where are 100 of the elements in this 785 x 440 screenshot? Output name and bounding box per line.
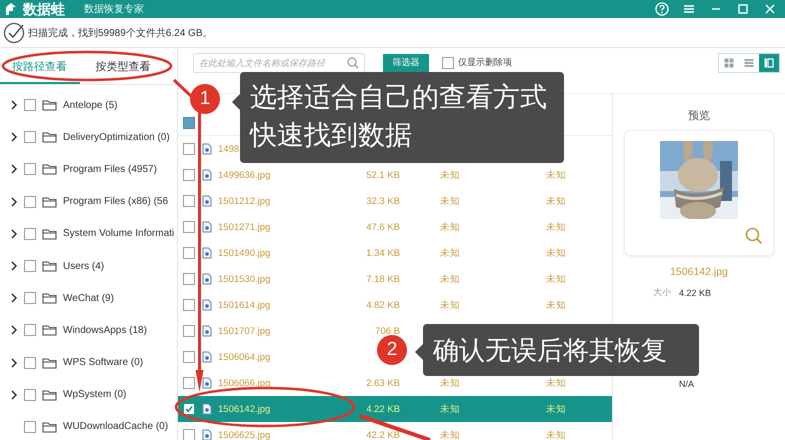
modified-date: 未知 xyxy=(546,428,566,440)
detail-value: 4.22 KB xyxy=(679,288,712,298)
modified-date: 未知 xyxy=(546,402,566,416)
file-name: 1506142.jpg xyxy=(218,404,270,414)
image-file-icon xyxy=(202,299,212,311)
created-date: 未知 xyxy=(440,298,460,312)
checkbox[interactable] xyxy=(442,56,454,68)
checkbox[interactable] xyxy=(183,351,195,363)
chevron-icon[interactable] xyxy=(10,228,18,239)
folder-icon xyxy=(42,292,57,304)
folder-name[interactable]: DeliveryOptimization (0) xyxy=(63,132,170,143)
file-size: 706 B xyxy=(375,326,400,336)
app-title: 数据蛙 xyxy=(23,1,65,17)
folder-name[interactable]: WeChat (9) xyxy=(63,292,114,304)
file-name: 1501212.jpg xyxy=(218,196,270,206)
folder-name[interactable]: WindowsApps (18) xyxy=(63,324,147,336)
zoom-icon[interactable] xyxy=(745,227,763,245)
created-date: 未知 xyxy=(440,376,460,390)
search-icon[interactable] xyxy=(347,56,359,68)
checkbox[interactable] xyxy=(183,273,195,285)
folder-name[interactable]: WPS Software (0) xyxy=(63,357,144,368)
preview-title: 预览 xyxy=(688,109,710,123)
folder-icon xyxy=(42,196,57,208)
checkbox[interactable] xyxy=(183,403,195,415)
checkbox[interactable] xyxy=(24,356,36,369)
chevron-icon[interactable] xyxy=(10,164,18,174)
image-file-icon xyxy=(202,143,212,155)
file-size: 2.63 KB xyxy=(366,378,400,388)
modified-date: 未知 xyxy=(546,168,566,182)
checkbox[interactable] xyxy=(183,325,195,337)
chevron-icon[interactable] xyxy=(10,390,18,400)
chevron-icon[interactable] xyxy=(10,100,18,110)
image-file-icon xyxy=(202,325,212,337)
view-tab[interactable]: 按路径查看 xyxy=(0,50,80,84)
filter-button[interactable]: 筛选器 xyxy=(383,54,429,72)
folder-icon xyxy=(42,131,57,144)
maximize-icon[interactable] xyxy=(736,2,750,16)
modified-date: 未知 xyxy=(546,246,566,260)
folder-icon xyxy=(42,228,57,240)
checkbox[interactable] xyxy=(24,196,36,208)
file-name: 1501707.jpg xyxy=(218,326,270,336)
file-size: 4.82 KB xyxy=(366,300,400,310)
file-name: 1506066.jpg xyxy=(218,378,270,388)
detail-view-icon[interactable] xyxy=(763,56,775,68)
checkbox-label[interactable]: 仅显示删除项 xyxy=(458,56,512,69)
chevron-icon[interactable] xyxy=(10,196,18,207)
checkbox[interactable] xyxy=(24,163,36,176)
close-icon[interactable] xyxy=(763,2,777,16)
created-date: 未知 xyxy=(440,168,460,182)
folder-name[interactable]: Program Files (x86) (56 xyxy=(63,196,168,208)
select-all-checkbox[interactable] xyxy=(183,117,195,129)
checkbox[interactable] xyxy=(183,195,195,207)
folder-name[interactable]: Antelope (5) xyxy=(63,100,118,111)
help-icon[interactable] xyxy=(655,2,669,16)
chevron-icon[interactable] xyxy=(10,132,18,142)
file-size: 52.1 KB xyxy=(366,170,400,180)
view-tab[interactable]: 按类型查看 xyxy=(80,50,166,84)
modified-date: 未知 xyxy=(546,376,566,390)
status-message: 扫描完成，找到59989个文件共6.24 GB。 xyxy=(28,26,212,40)
grid-view-icon[interactable] xyxy=(723,56,735,68)
folder-icon xyxy=(42,260,57,272)
check-circle-icon xyxy=(3,22,25,44)
folder-name[interactable]: WUDownloadCache (0) xyxy=(63,421,168,432)
checkbox[interactable] xyxy=(183,429,195,440)
folder-name[interactable]: Program Files (4957) xyxy=(63,164,157,175)
checkbox[interactable] xyxy=(183,247,195,259)
app-subtitle: 数据恢复专家 xyxy=(84,2,144,16)
file-size: 1.34 KB xyxy=(366,248,400,258)
file-size: 47.6 KB xyxy=(366,222,400,232)
chevron-icon[interactable] xyxy=(10,358,18,368)
chevron-icon[interactable] xyxy=(10,293,18,304)
checkbox[interactable] xyxy=(183,377,195,389)
checkbox[interactable] xyxy=(24,131,36,144)
checkbox[interactable] xyxy=(183,143,195,155)
checkbox[interactable] xyxy=(24,228,36,240)
checkbox[interactable] xyxy=(183,169,195,181)
search-field[interactable]: 在此处输入文件名称或保存路径 xyxy=(193,52,365,72)
detail-view-button[interactable] xyxy=(759,54,779,72)
created-date: 未知 xyxy=(440,428,460,440)
checkbox[interactable] xyxy=(183,299,195,311)
checkbox[interactable] xyxy=(183,221,195,233)
folder-name[interactable]: System Volume Informati xyxy=(63,228,174,240)
file-size: 32.3 KB xyxy=(366,196,400,206)
folder-name[interactable]: WpSystem (0) xyxy=(63,389,126,400)
folder-name[interactable]: Users (4) xyxy=(63,260,104,272)
file-name: 1506625.jpg xyxy=(218,430,270,440)
checkbox[interactable] xyxy=(24,292,36,304)
callout-text: 快速找到数据 xyxy=(250,119,413,152)
checkbox[interactable] xyxy=(24,260,36,272)
list-view-icon[interactable] xyxy=(743,56,755,68)
detail-label: 大小 xyxy=(652,286,671,299)
file-name: 1506064.jpg xyxy=(218,352,270,362)
chevron-icon[interactable] xyxy=(10,261,18,272)
image-file-icon xyxy=(202,403,212,415)
checkbox[interactable] xyxy=(24,420,36,433)
checkbox[interactable] xyxy=(24,388,36,401)
image-file-icon xyxy=(202,429,212,440)
checkbox[interactable] xyxy=(24,324,36,336)
checkbox[interactable] xyxy=(24,99,36,112)
chevron-icon[interactable] xyxy=(10,325,18,336)
